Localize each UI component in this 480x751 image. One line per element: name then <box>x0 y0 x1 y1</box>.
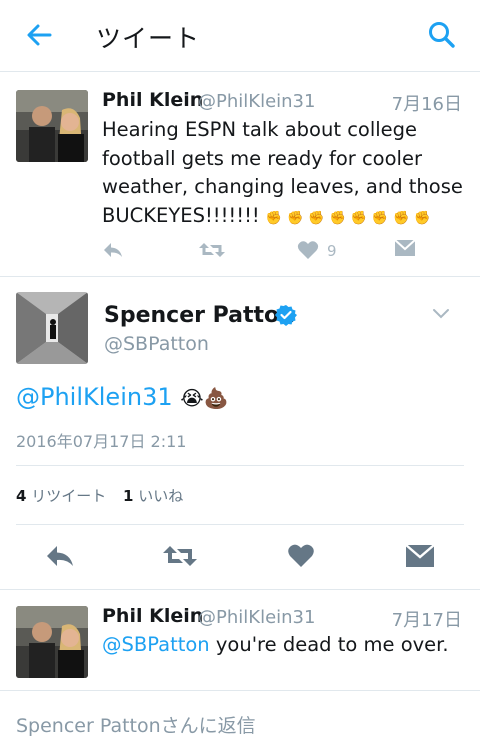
direct-message-button[interactable] <box>405 543 435 569</box>
author-handle[interactable]: @SBPatton <box>104 333 209 355</box>
envelope-icon <box>394 239 416 256</box>
reply-button[interactable] <box>101 240 125 260</box>
like-count: 9 <box>327 242 337 260</box>
reply-placeholder: Spencer Pattonさんに返信 <box>16 715 256 737</box>
arrow-left-icon <box>27 24 52 46</box>
tweet-text: Hearing ESPN talk about college football… <box>102 116 464 233</box>
parent-tweet[interactable]: Phil Klein @PhilKlein31 7月16日 Hearing ES… <box>0 73 480 276</box>
emoji-text: 😭💩 <box>180 386 229 410</box>
retweet-stat[interactable]: 4 リツイート <box>16 487 111 505</box>
avatar[interactable] <box>16 292 88 364</box>
direct-message-button[interactable] <box>394 239 416 259</box>
retweet-button[interactable] <box>162 543 198 569</box>
author-name[interactable]: Phil Klein <box>102 89 203 111</box>
search-icon <box>429 22 455 48</box>
retweet-count: 4 <box>16 487 27 505</box>
reply-icon <box>47 546 73 566</box>
divider <box>16 524 464 525</box>
tweet-date: 7月17日 <box>391 610 462 631</box>
author-name[interactable]: Spencer Patton <box>104 303 295 328</box>
retweet-icon <box>199 243 225 257</box>
heart-icon <box>297 241 319 259</box>
fist-emoji-row: ✊✊✊✊✊✊✊✊ <box>265 210 436 226</box>
back-button[interactable] <box>22 18 56 52</box>
focused-tweet: Spencer Patton @SBPatton @PhilKlein31 😭💩… <box>0 277 480 589</box>
reply-tweet[interactable]: Phil Klein @PhilKlein31 7月17日 @SBPatton … <box>0 590 480 690</box>
divider <box>16 465 464 466</box>
tweet-text: @PhilKlein31 😭💩 <box>16 383 229 411</box>
reply-icon <box>104 243 122 257</box>
page-title: ツイート <box>96 24 201 53</box>
retweet-icon <box>163 546 197 566</box>
tweet-text: @SBPatton you're dead to me over. <box>102 633 449 656</box>
reply-button[interactable] <box>44 543 76 569</box>
tweet-date: 7月16日 <box>391 94 462 115</box>
tweet-timestamp: 2016年07月17日 2:11 <box>16 432 187 451</box>
top-bar: ツイート <box>0 0 480 72</box>
search-button[interactable] <box>425 18 459 52</box>
mention-link[interactable]: @SBPatton <box>102 633 210 656</box>
like-stat[interactable]: 1 いいね <box>123 487 183 505</box>
verified-badge-icon <box>275 304 297 326</box>
like-count: 1 <box>123 487 134 505</box>
chevron-down-icon <box>433 309 449 319</box>
author-handle[interactable]: @PhilKlein31 <box>198 91 315 112</box>
heart-icon <box>288 544 314 567</box>
author-handle[interactable]: @PhilKlein31 <box>198 607 315 628</box>
reply-input[interactable]: Spencer Pattonさんに返信 <box>0 691 480 751</box>
stats-row: 4 リツイート 1 いいね <box>16 485 183 506</box>
like-button[interactable] <box>297 240 319 260</box>
mention-link[interactable]: @PhilKlein31 <box>16 383 173 411</box>
avatar[interactable] <box>16 606 88 678</box>
like-button[interactable] <box>287 543 315 569</box>
more-options-button[interactable] <box>431 305 451 319</box>
avatar[interactable] <box>16 90 88 162</box>
retweet-button[interactable] <box>198 240 226 260</box>
envelope-icon <box>405 544 435 567</box>
tweet-text-content: you're dead to me over. <box>209 633 449 656</box>
retweet-label: リツイート <box>31 487 107 505</box>
author-name[interactable]: Phil Klein <box>102 605 203 627</box>
like-label: いいね <box>138 487 184 505</box>
